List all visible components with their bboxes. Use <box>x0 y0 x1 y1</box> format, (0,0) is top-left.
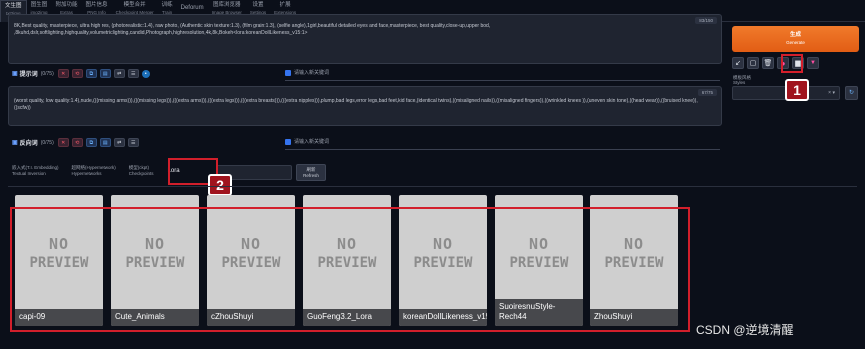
callout-box-cards <box>10 207 690 332</box>
watermark: CSDN @逆境清醒 <box>696 323 794 337</box>
trash-icon[interactable]: 🗑 <box>762 57 774 69</box>
clear-icon[interactable]: ✕ <box>57 69 69 78</box>
refresh-button[interactable]: 刷新 Refresh <box>296 164 326 181</box>
app-window: 文生图txt2img 图生图img2img 附加功能Extras 图片信息PNG… <box>0 0 865 349</box>
negative-keyword-underline <box>285 141 720 150</box>
generate-button[interactable]: 生成 Generate <box>732 26 859 52</box>
negative-translate-icon[interactable]: ⇄ <box>113 138 125 147</box>
translate-icon[interactable]: ⇄ <box>113 69 125 78</box>
negative-clear-icon[interactable]: ✕ <box>57 138 69 147</box>
read-params-icon[interactable]: ↙ <box>732 57 744 69</box>
settings-dot-icon[interactable]: • <box>141 69 150 78</box>
negative-prompt-textarea[interactable]: 67/75 (worst quality, low quality:1.4),n… <box>8 86 722 126</box>
negative-undo-icon[interactable]: ⟲ <box>71 138 83 147</box>
prompt-label: ▣ 提示词 (0/75) <box>12 70 54 79</box>
negative-toggle-icon: ▣ <box>12 140 18 146</box>
negative-label: ▣ 反向词 (0/75) <box>12 139 54 148</box>
callout-badge-2: 2 <box>208 174 232 196</box>
history-icon[interactable]: ☰ <box>127 69 139 78</box>
tab-checkpoints[interactable]: 模型(ckpt) Checkpoints <box>129 165 154 176</box>
negative-paste-icon[interactable]: ▤ <box>99 138 111 147</box>
paste-icon[interactable]: ▤ <box>99 69 111 78</box>
styles-label: 模板风格 Styles <box>733 75 751 85</box>
negative-prompt-text: (worst quality, low quality:1.4),nude,((… <box>14 98 698 111</box>
undo-icon[interactable]: ⟲ <box>71 69 83 78</box>
prompt-text: 8K,Best quality, masterpiece, ultra high… <box>14 23 491 36</box>
copy-icon[interactable]: ⧉ <box>85 69 97 78</box>
negative-history-icon[interactable]: ☰ <box>127 138 139 147</box>
negative-token-counter: 67/75 <box>697 89 717 96</box>
prompt-textarea[interactable]: 83/150 8K,Best quality, masterpiece, ult… <box>8 14 722 64</box>
prompt-toggle-icon: ▣ <box>12 71 18 77</box>
prompt-keyword-underline <box>285 72 720 81</box>
negative-toolbar: ▣ 反向词 (0/75) ✕ ⟲ ⧉ ▤ ⇄ ☰ <box>12 137 142 148</box>
tool-icon-row: ↙ ▢ 🗑 ● ▆ ▼ <box>732 57 822 69</box>
tab-textual-inversion[interactable]: 嵌入式(T.I. Embedding) Textual Inversion <box>12 165 59 176</box>
callout-badge-1: 1 <box>785 79 809 101</box>
paste-params-icon[interactable]: ▢ <box>747 57 759 69</box>
prompt-toolbar: ▣ 提示词 (0/75) ✕ ⟲ ⧉ ▤ ⇄ ☰ • <box>12 68 153 79</box>
divider <box>8 186 857 187</box>
apply-style-icon[interactable]: ▼ <box>807 57 819 69</box>
tab-hypernetworks[interactable]: 超网络(Hypernetwork) Hypernetworks <box>72 165 116 176</box>
styles-refresh-icon[interactable]: ↻ <box>845 86 858 100</box>
callout-box-1 <box>781 54 803 73</box>
negative-copy-icon[interactable]: ⧉ <box>85 138 97 147</box>
